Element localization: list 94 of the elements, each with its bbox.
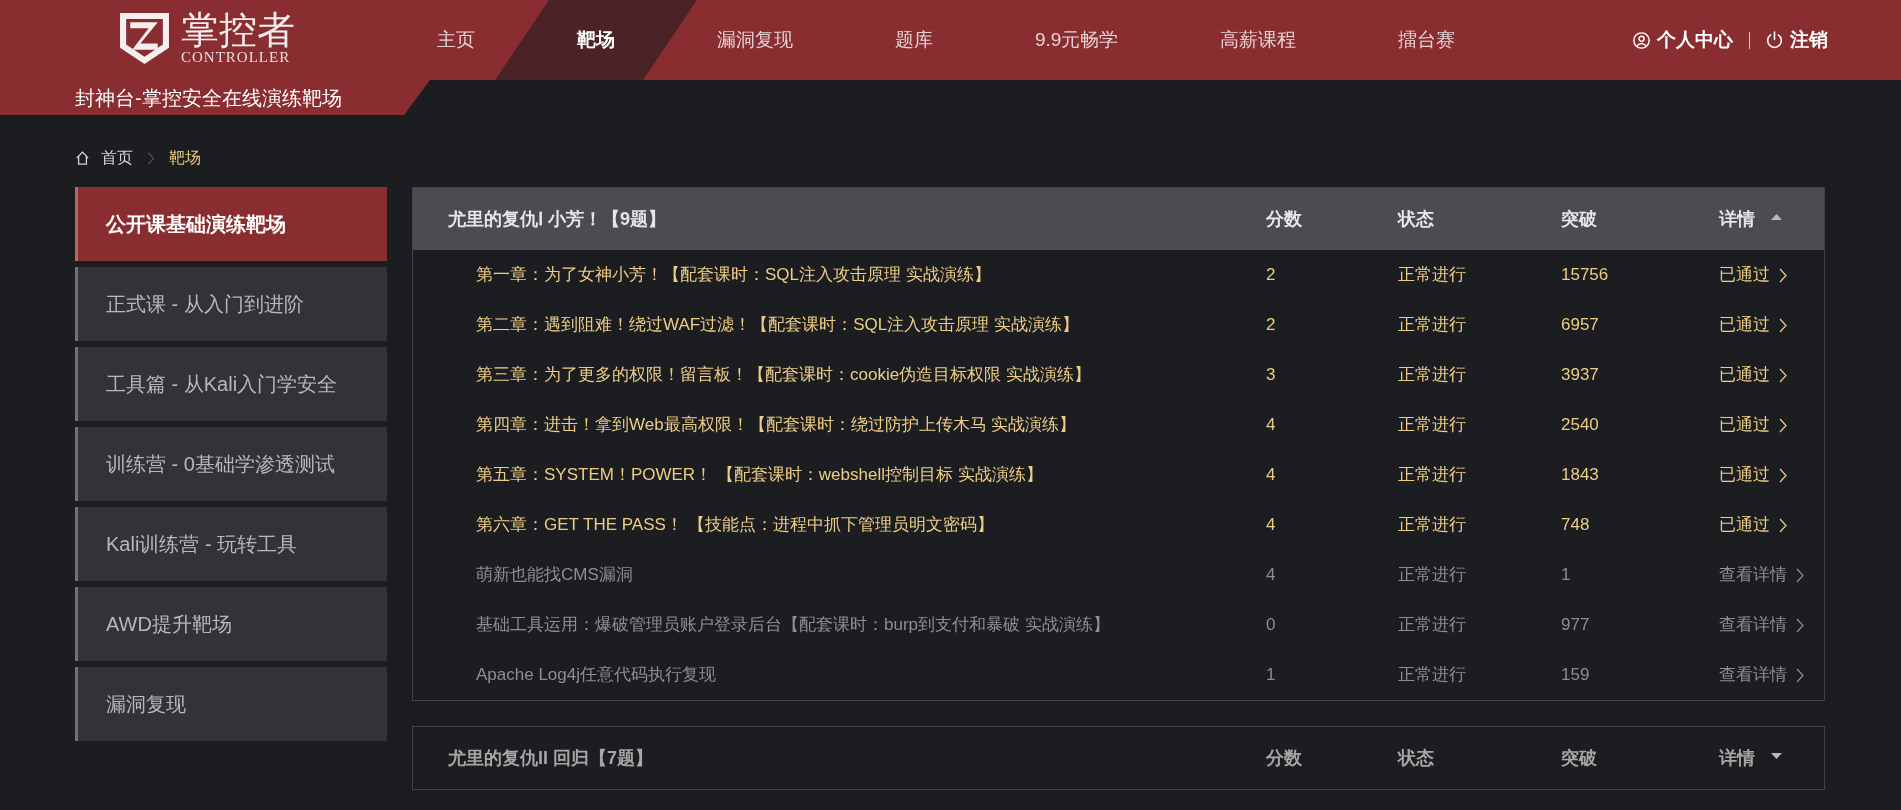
nav-tab[interactable]: 靶场 <box>495 0 697 80</box>
challenge-title: 第一章：为了女神小芳！【配套课时：SQL注入攻击原理 实战演练】 <box>476 265 991 285</box>
column-header: 状态 <box>1398 207 1434 231</box>
column-header: 详情 <box>1719 207 1755 231</box>
score-cell-text: 1 <box>1266 664 1276 687</box>
status-cell-text: 正常进行 <box>1398 414 1466 437</box>
section-title: 尤里的复仇Ⅰ 小芳！【9题】 <box>448 207 666 231</box>
logo-wordmark: 掌控者 <box>181 11 295 49</box>
sidebar-item[interactable]: 训练营 - 0基础学渗透测试 <box>75 427 387 501</box>
profile-link[interactable]: 个人中心 <box>1633 25 1733 55</box>
status-cell-text: 正常进行 <box>1398 664 1466 687</box>
sidebar-item[interactable]: AWD提升靶场 <box>75 587 387 661</box>
score-cell-text: 2 <box>1266 264 1276 287</box>
breaks-cell-text: 159 <box>1561 664 1590 687</box>
status-cell-text: 正常进行 <box>1398 314 1466 337</box>
chevron-right-icon <box>1779 517 1787 533</box>
sidebar-item[interactable]: 正式课 - 从入门到进阶 <box>75 267 387 341</box>
chevron-right-icon <box>1796 567 1804 583</box>
challenge-title: 基础工具运用：爆破管理员账户登录后台【配套课时：burp到支付和暴破 实战演练】 <box>476 615 1110 635</box>
site-subtitle: 封神台-掌控安全在线演练靶场 <box>75 85 342 111</box>
column-header: 详情 <box>1719 746 1755 770</box>
challenge-title: 萌新也能找CMS漏洞 <box>476 565 633 585</box>
breadcrumb-link[interactable]: 首页 <box>76 146 133 170</box>
chevron-right-icon <box>1796 617 1804 633</box>
breaks-cell-text: 2540 <box>1561 414 1599 437</box>
status-cell-text: 正常进行 <box>1398 464 1466 487</box>
breaks-cell-text: 6957 <box>1561 314 1599 337</box>
sidebar-item[interactable]: 工具篇 - 从Kali入门学安全 <box>75 347 387 421</box>
detail-link[interactable]: 查看详情 <box>1719 562 1804 588</box>
nav-tab[interactable]: 漏洞复现 <box>705 0 805 80</box>
challenge-title: Apache Log4j任意代码执行复现 <box>476 665 716 685</box>
nav-tab[interactable]: 擂台赛 <box>1386 0 1468 80</box>
caret-down-icon[interactable] <box>1771 753 1782 759</box>
shield-logo-icon <box>120 12 169 64</box>
breaks-cell-text: 1843 <box>1561 464 1599 487</box>
status-cell-text: 正常进行 <box>1398 614 1466 637</box>
nav-tab[interactable]: 题库 <box>883 0 945 80</box>
home-icon <box>76 151 89 165</box>
score-cell-text: 3 <box>1266 364 1276 387</box>
column-header: 分数 <box>1266 746 1302 770</box>
breadcrumb-current: 靶场 <box>169 148 201 168</box>
logo-tagline: CONTROLLER <box>181 49 291 65</box>
score-cell-text: 0 <box>1266 614 1276 637</box>
status-cell-text: 正常进行 <box>1398 564 1466 587</box>
detail-link[interactable]: 查看详情 <box>1719 662 1804 688</box>
status-cell-text: 正常进行 <box>1398 264 1466 287</box>
column-header: 分数 <box>1266 207 1302 231</box>
detail-link[interactable]: 已通过 <box>1719 462 1787 488</box>
detail-link[interactable]: 已通过 <box>1719 362 1787 388</box>
breaks-cell-text: 1 <box>1561 564 1571 587</box>
power-icon <box>1766 31 1783 49</box>
breaks-cell-text: 15756 <box>1561 264 1609 287</box>
chevron-right-icon <box>147 151 155 165</box>
detail-link[interactable]: 已通过 <box>1719 312 1787 338</box>
score-cell-text: 4 <box>1266 414 1276 437</box>
nav-tab[interactable]: 9.9元畅学 <box>1023 0 1131 80</box>
detail-link[interactable]: 已通过 <box>1719 512 1787 538</box>
detail-link[interactable]: 已通过 <box>1719 412 1787 438</box>
nav-tab[interactable]: 主页 <box>425 0 487 80</box>
challenge-title: 第二章：遇到阻难！绕过WAF过滤！【配套课时：SQL注入攻击原理 实战演练】 <box>476 315 1079 335</box>
chevron-right-icon <box>1779 367 1787 383</box>
chevron-right-icon <box>1779 417 1787 433</box>
detail-link[interactable]: 查看详情 <box>1719 612 1804 638</box>
caret-up-icon[interactable] <box>1771 214 1782 220</box>
sidebar-item[interactable]: Kali训练营 - 玩转工具 <box>75 507 387 581</box>
breaks-cell-text: 748 <box>1561 514 1590 537</box>
chevron-right-icon <box>1796 667 1804 683</box>
column-header: 突破 <box>1561 746 1597 770</box>
score-cell-text: 4 <box>1266 464 1276 487</box>
status-cell-text: 正常进行 <box>1398 514 1466 537</box>
column-header: 突破 <box>1561 207 1597 231</box>
column-header: 状态 <box>1398 746 1434 770</box>
challenge-title: 第五章：SYSTEM！POWER！ 【配套课时：webshell控制目标 实战演练】 <box>476 465 1043 485</box>
section-title: 尤里的复仇II 回归【7题】 <box>448 746 653 770</box>
logout-link[interactable]: 注销 <box>1766 25 1828 55</box>
nav-tab[interactable]: 高薪课程 <box>1208 0 1309 80</box>
chevron-right-icon <box>1779 317 1787 333</box>
score-cell-text: 4 <box>1266 564 1276 587</box>
score-cell-text: 4 <box>1266 514 1276 537</box>
sidebar-item[interactable]: 漏洞复现 <box>75 667 387 741</box>
section-header[interactable]: 尤里的复仇II 回归【7题】 分数 状态 突破 详情 <box>413 727 1824 789</box>
challenge-title: 第四章：进击！拿到Web最高权限！【配套课时：绕过防护上传木马 实战演练】 <box>476 415 1077 435</box>
chevron-right-icon <box>1779 467 1787 483</box>
user-icon <box>1633 31 1650 49</box>
status-cell-text: 正常进行 <box>1398 364 1466 387</box>
section-header[interactable]: 尤里的复仇Ⅰ 小芳！【9题】 分数 状态 突破 详情 <box>413 188 1824 250</box>
score-cell-text: 2 <box>1266 314 1276 337</box>
detail-link[interactable]: 已通过 <box>1719 262 1787 288</box>
breaks-cell-text: 977 <box>1561 614 1590 637</box>
breaks-cell-text: 3937 <box>1561 364 1599 387</box>
challenge-title: 第三章：为了更多的权限！留言板！【配套课时：cookie伪造目标权限 实战演练】 <box>476 365 1091 385</box>
challenge-title: 第六章：GET THE PASS！ 【技能点：进程中抓下管理员明文密码】 <box>476 515 994 535</box>
chevron-right-icon <box>1779 267 1787 283</box>
sidebar-item[interactable]: 公开课基础演练靶场 <box>75 187 387 261</box>
